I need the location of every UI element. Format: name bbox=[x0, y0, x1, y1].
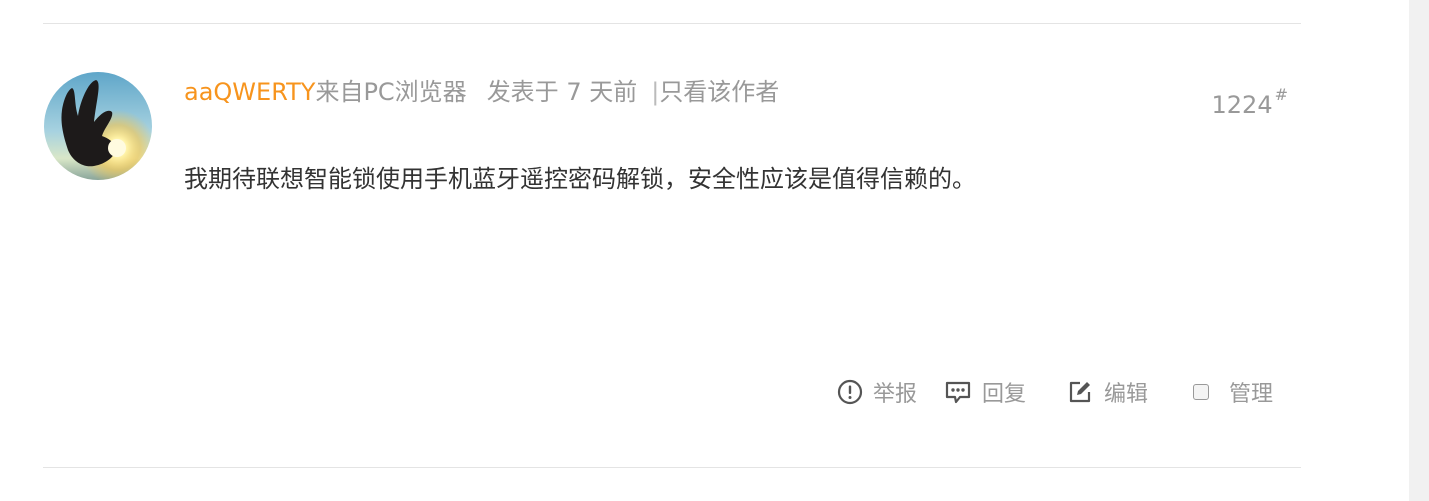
post-time: 发表于 7 天前 bbox=[486, 78, 638, 106]
post-page: aaQWERTY来自PC浏览器 发表于 7 天前 |只看该作者 1224 # 我期待联… bbox=[0, 0, 1429, 501]
post-source: 来自PC浏览器 bbox=[315, 78, 467, 106]
reply-label: 回复 bbox=[982, 382, 1027, 407]
edit-icon bbox=[1069, 381, 1091, 403]
manage-checkbox[interactable] bbox=[1193, 384, 1210, 400]
reply-icon bbox=[945, 381, 971, 404]
post-meta: aaQWERTY来自PC浏览器 发表于 7 天前 |只看该作者 bbox=[184, 76, 779, 108]
report-button[interactable]: 举报 bbox=[836, 376, 917, 408]
post-content: 我期待联想智能锁使用手机蓝牙遥控密码解锁，安全性应该是值得信赖的。 bbox=[184, 165, 976, 193]
top-divider bbox=[43, 23, 1301, 24]
report-icon bbox=[837, 379, 863, 405]
floor-number-value: 1224 bbox=[1211, 91, 1273, 119]
bottom-divider bbox=[43, 467, 1301, 468]
edit-label: 编辑 bbox=[1104, 382, 1149, 407]
manage-label: 管理 bbox=[1229, 382, 1274, 407]
view-author-only-link[interactable]: 只看该作者 bbox=[659, 78, 779, 106]
floor-mark: # bbox=[1274, 85, 1288, 104]
manage-toggle[interactable]: 管理 bbox=[1192, 376, 1273, 408]
post-actions: 举报 回复 编辑 管理 bbox=[836, 374, 1273, 410]
reply-button[interactable]: 回复 bbox=[944, 376, 1026, 408]
user-avatar[interactable] bbox=[44, 72, 152, 180]
edit-button[interactable]: 编辑 bbox=[1066, 376, 1148, 408]
floor-number[interactable]: 1224 # bbox=[1211, 85, 1288, 119]
report-label: 举报 bbox=[873, 382, 918, 407]
username-link[interactable]: aaQWERTY bbox=[184, 78, 315, 106]
user-avatar-icon bbox=[44, 72, 152, 180]
scrollbar-track[interactable] bbox=[1409, 0, 1429, 501]
